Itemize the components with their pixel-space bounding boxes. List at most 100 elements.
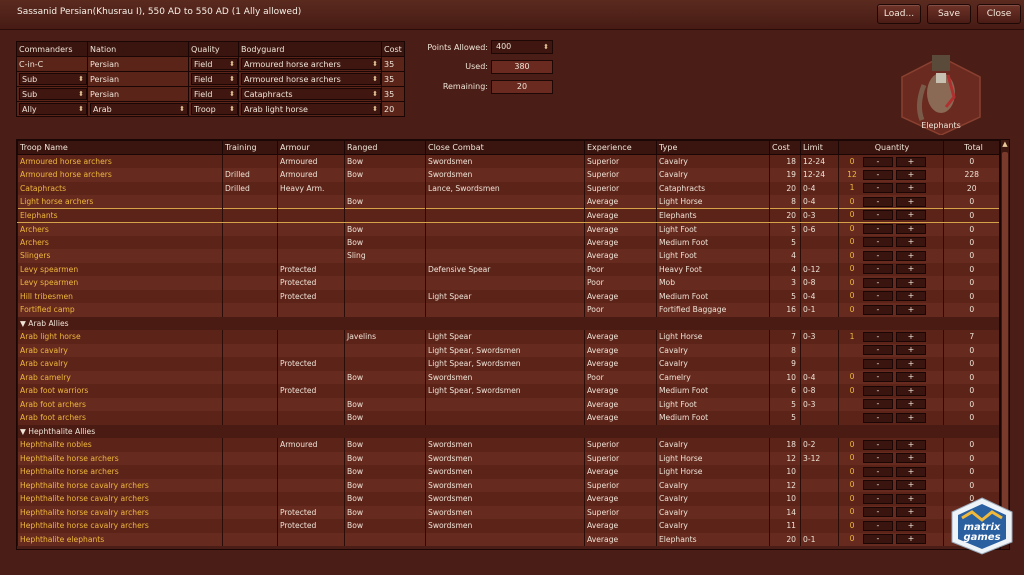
commander-bodyguard-cell[interactable]: Armoured horse archers ⬍: [238, 71, 382, 87]
troop-row[interactable]: Arab foot warriors Protected Light Spear, …: [17, 384, 999, 398]
increase-button[interactable]: +: [896, 156, 926, 167]
decrease-button[interactable]: -: [863, 453, 893, 464]
commander-bodyguard-select[interactable]: Arab light horse ⬍: [241, 103, 381, 115]
decrease-button[interactable]: -: [863, 264, 893, 275]
load-button[interactable]: Load...: [877, 4, 921, 24]
increase-button[interactable]: +: [896, 372, 926, 383]
commander-role-select[interactable]: Sub ⬍: [19, 73, 87, 85]
commander-bodyguard-select[interactable]: Cataphracts ⬍: [241, 88, 381, 100]
decrease-button[interactable]: -: [863, 183, 893, 194]
increase-button[interactable]: +: [896, 520, 926, 531]
header-type[interactable]: Type: [656, 140, 770, 155]
increase-button[interactable]: +: [896, 345, 926, 356]
commander-quality-cell[interactable]: Field ⬍: [188, 56, 239, 72]
commander-bodyguard-select[interactable]: Armoured horse archers ⬍: [241, 58, 381, 70]
group-row[interactable]: ▼ Hephthalite Allies: [17, 424, 999, 438]
decrease-button[interactable]: -: [863, 439, 893, 450]
increase-button[interactable]: +: [896, 196, 926, 207]
decrease-button[interactable]: -: [863, 385, 893, 396]
group-header[interactable]: ▼ Arab Allies: [17, 316, 999, 330]
commander-quality-select[interactable]: Field ⬍: [191, 88, 238, 100]
troop-row[interactable]: Hephthalite horse archers Bow Swordsmen Sup…: [17, 451, 999, 465]
decrease-button[interactable]: -: [863, 372, 893, 383]
decrease-button[interactable]: -: [863, 169, 893, 180]
decrease-button[interactable]: -: [863, 210, 893, 221]
commander-nation-select[interactable]: Arab ⬍: [90, 103, 188, 115]
decrease-button[interactable]: -: [863, 331, 893, 342]
decrease-button[interactable]: -: [863, 534, 893, 545]
increase-button[interactable]: +: [896, 466, 926, 477]
header-armour[interactable]: Armour: [277, 140, 345, 155]
commander-role-cell[interactable]: Ally ⬍: [16, 101, 88, 117]
decrease-button[interactable]: -: [863, 224, 893, 234]
troop-row[interactable]: Hephthalite horse cavalry archers Bow Swor…: [17, 492, 999, 506]
decrease-button[interactable]: -: [863, 304, 893, 315]
commander-role-cell[interactable]: Sub ⬍: [16, 86, 88, 102]
increase-button[interactable]: +: [896, 385, 926, 396]
troop-row[interactable]: Hephthalite horse archers Bow Swordsmen Ave…: [17, 465, 999, 479]
troop-row[interactable]: Archers Bow Average Medium Foot 5 0- +0: [17, 235, 999, 249]
decrease-button[interactable]: -: [863, 466, 893, 477]
commander-bodyguard-select[interactable]: Armoured horse archers ⬍: [241, 73, 381, 85]
troop-row[interactable]: Hephthalite horse cavalry archers Protect…: [17, 505, 999, 519]
troop-row[interactable]: Light horse archers Bow Average Light Horse…: [17, 195, 999, 209]
commander-role-select[interactable]: Ally ⬍: [19, 103, 87, 115]
commander-quality-select[interactable]: Field ⬍: [191, 73, 238, 85]
increase-button[interactable]: +: [896, 183, 926, 194]
troop-row[interactable]: Cataphracts Drilled Heavy Arm. Lance, Sword…: [17, 181, 999, 195]
increase-button[interactable]: +: [896, 169, 926, 180]
decrease-button[interactable]: -: [863, 196, 893, 207]
increase-button[interactable]: +: [896, 264, 926, 275]
header-ranged[interactable]: Ranged: [344, 140, 426, 155]
decrease-button[interactable]: -: [863, 237, 893, 248]
increase-button[interactable]: +: [896, 453, 926, 464]
increase-button[interactable]: +: [896, 399, 926, 410]
troop-row[interactable]: Elephants Average Elephants 20 0-3 0- +0: [17, 208, 999, 223]
commander-bodyguard-cell[interactable]: Armoured horse archers ⬍: [238, 56, 382, 72]
troop-row[interactable]: Hephthalite horse cavalry archers Protect…: [17, 519, 999, 533]
commander-quality-select[interactable]: Troop ⬍: [191, 103, 238, 115]
troop-row[interactable]: Arab camelry Bow Swordsmen Poor Camelry 10 0-4…: [17, 370, 999, 384]
troop-list-scrollbar[interactable]: ▲: [1000, 139, 1010, 550]
commander-role-select[interactable]: Sub ⬍: [19, 88, 87, 100]
troop-row[interactable]: Arab foot archers Bow Average Medium Foot 5 -…: [17, 411, 999, 425]
increase-button[interactable]: +: [896, 493, 926, 504]
increase-button[interactable]: +: [896, 534, 926, 545]
decrease-button[interactable]: -: [863, 250, 893, 261]
increase-button[interactable]: +: [896, 439, 926, 450]
decrease-button[interactable]: -: [863, 277, 893, 288]
decrease-button[interactable]: -: [863, 345, 893, 356]
decrease-button[interactable]: -: [863, 507, 893, 518]
troop-row[interactable]: Arab light horse Javelins Light Spear Avera…: [17, 330, 999, 344]
commander-nation-cell[interactable]: Arab ⬍: [87, 101, 189, 117]
troop-row[interactable]: Arab cavalry Protected Light Spear, Swords…: [17, 357, 999, 371]
troop-row[interactable]: Hephthalite horse cavalry archers Bow Swor…: [17, 478, 999, 492]
commander-bodyguard-cell[interactable]: Cataphracts ⬍: [238, 86, 382, 102]
header-close-combat[interactable]: Close Combat: [425, 140, 585, 155]
increase-button[interactable]: +: [896, 210, 926, 221]
scroll-up-arrow-icon[interactable]: ▲: [1001, 140, 1009, 150]
header-experience[interactable]: Experience: [584, 140, 657, 155]
decrease-button[interactable]: -: [863, 358, 893, 369]
decrease-button[interactable]: -: [863, 291, 893, 302]
header-cost[interactable]: Cost: [769, 140, 801, 155]
troop-row[interactable]: Slingers Sling Average Light Foot 4 0- +0: [17, 249, 999, 263]
commander-quality-cell[interactable]: Field ⬍: [188, 71, 239, 87]
header-quantity[interactable]: Quantity: [838, 140, 944, 155]
scroll-thumb[interactable]: [1002, 152, 1008, 532]
commander-quality-cell[interactable]: Field ⬍: [188, 86, 239, 102]
group-row[interactable]: ▼ Arab Allies: [17, 316, 999, 330]
save-button[interactable]: Save: [927, 4, 971, 24]
troop-row[interactable]: Armoured horse archers Armoured Bow Swordsm…: [17, 154, 999, 168]
troop-row[interactable]: Levy spearmen Protected Defensive Spear Poo…: [17, 262, 999, 276]
commander-quality-select[interactable]: Field ⬍: [191, 58, 238, 70]
decrease-button[interactable]: -: [863, 399, 893, 410]
increase-button[interactable]: +: [896, 331, 926, 342]
decrease-button[interactable]: -: [863, 480, 893, 491]
troop-row[interactable]: Archers Bow Average Light Foot 5 0-6 0- +0: [17, 222, 999, 236]
troop-row[interactable]: Arab foot archers Bow Average Light Foot 5 0-…: [17, 397, 999, 411]
increase-button[interactable]: +: [896, 277, 926, 288]
troop-row[interactable]: Armoured horse archers Drilled Armoured Bow…: [17, 168, 999, 182]
troop-row[interactable]: Hephthalite elephants Average Elephants 20 0…: [17, 532, 999, 546]
increase-button[interactable]: +: [896, 480, 926, 491]
